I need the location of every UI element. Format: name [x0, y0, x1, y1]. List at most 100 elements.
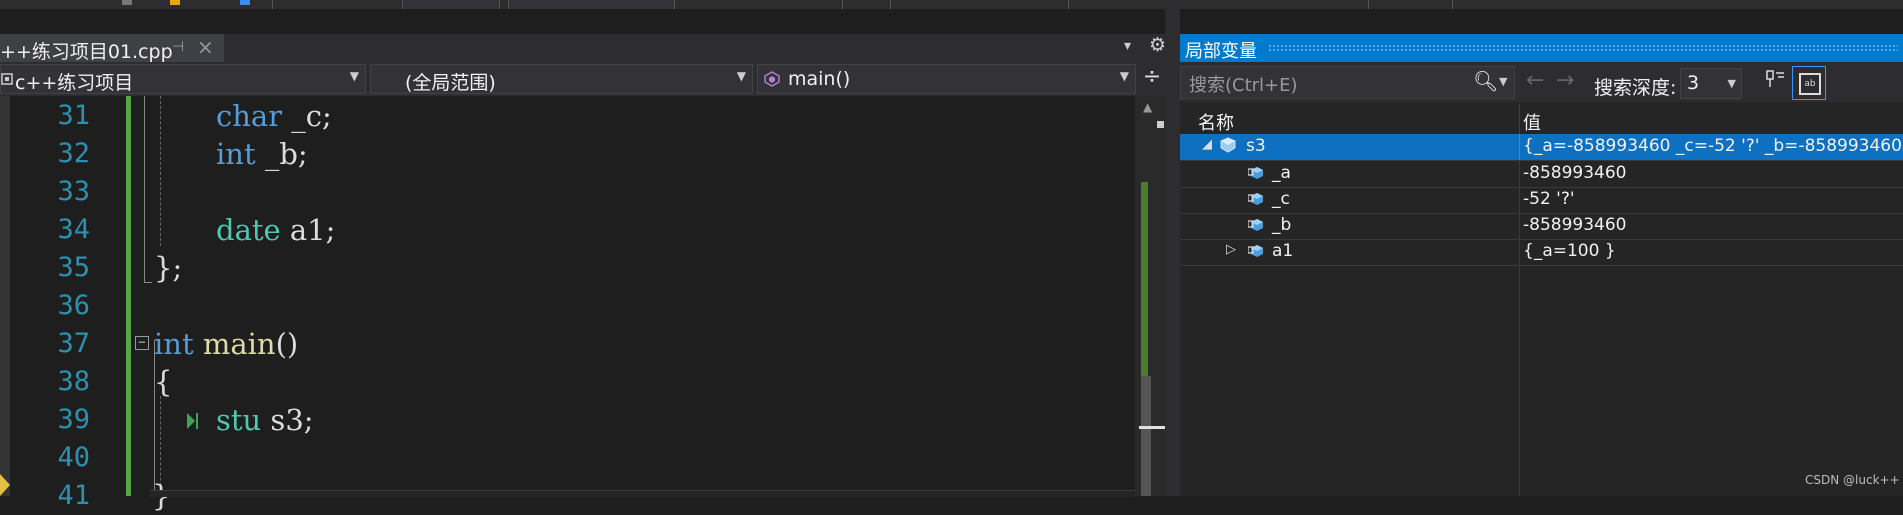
- column-divider[interactable]: [1519, 104, 1520, 134]
- pin-icon[interactable]: ⊣: [172, 39, 184, 55]
- code-line-34[interactable]: date a1;: [216, 211, 335, 249]
- toolbar-separator: [1368, 0, 1369, 9]
- locals-row-name: _c: [1272, 189, 1290, 209]
- locals-row-a1[interactable]: ▷ a1 {_a=100 }: [1180, 239, 1903, 266]
- locals-title: 局部变量: [1185, 41, 1257, 62]
- locals-column-header: 名称 值: [1180, 104, 1903, 135]
- chevron-down-icon: ▼: [1727, 77, 1736, 90]
- line-number: 41: [57, 480, 90, 511]
- column-divider: [1519, 161, 1520, 187]
- glyph-margin: [0, 96, 10, 496]
- column-divider: [1519, 187, 1520, 213]
- locals-row-name: a1: [1272, 241, 1294, 261]
- code-line-39[interactable]: stu s3;: [216, 401, 314, 439]
- locals-search-input[interactable]: 搜索(Ctrl+E) 🔍︎ ▼: [1180, 66, 1515, 99]
- collapse-icon[interactable]: −: [135, 336, 149, 350]
- method-icon: [764, 71, 780, 87]
- line-number: 34: [57, 214, 90, 245]
- forward-arrow-icon[interactable]: →: [1556, 68, 1574, 93]
- save-icon[interactable]: [240, 0, 250, 5]
- search-depth-label: 搜索深度:: [1594, 77, 1677, 99]
- chevron-down-icon: ▼: [349, 69, 359, 83]
- toolbar-icon[interactable]: [122, 0, 132, 5]
- locals-row-value[interactable]: -858993460: [1523, 163, 1626, 183]
- code-line-38[interactable]: {: [154, 363, 172, 401]
- chevron-down-icon: ▼: [1119, 69, 1129, 83]
- code-line-37[interactable]: int main(): [154, 325, 298, 363]
- toolbar-separator: [890, 0, 891, 9]
- split-window-icon[interactable]: ÷: [1140, 64, 1164, 92]
- column-value-header[interactable]: 值: [1523, 109, 1541, 135]
- change-tracking-bar: [126, 96, 131, 496]
- column-name-header[interactable]: 名称: [1198, 109, 1234, 135]
- column-divider: [1519, 213, 1520, 239]
- toolbar-separator: [842, 0, 843, 9]
- document-tab[interactable]: ++练习项目01.cpp ⊣ ×: [0, 34, 224, 63]
- locals-row-value[interactable]: {_a=-858993460 _c=-52 '?' _b=-858993460 …: [1523, 136, 1903, 156]
- chevron-down-icon[interactable]: ▼: [1499, 75, 1507, 88]
- member-name: main(): [788, 68, 851, 90]
- project-name: c++练习项目: [15, 72, 134, 94]
- collapse-arrow-icon[interactable]: ◢: [1202, 137, 1212, 152]
- scope-name: (全局范围): [405, 72, 496, 94]
- document-tab-title: ++练习项目01.cpp: [0, 41, 173, 63]
- close-icon[interactable]: ×: [197, 35, 214, 59]
- scope-dropdown[interactable]: (全局范围) ▼: [370, 64, 753, 94]
- locals-row-value[interactable]: -858993460: [1523, 215, 1626, 235]
- locals-row-value[interactable]: {_a=100 }: [1523, 241, 1616, 261]
- field-icon: [1248, 167, 1263, 179]
- scrollbar-caret-marker: [1139, 426, 1165, 429]
- locals-row-name: _a: [1272, 163, 1291, 183]
- project-dropdown[interactable]: c++练习项目 ▼: [0, 64, 366, 94]
- gear-icon[interactable]: ⚙: [1149, 34, 1166, 56]
- code-line-31[interactable]: char _c;: [216, 97, 332, 135]
- struct-icon: [1220, 137, 1236, 153]
- main-toolbar: [0, 0, 1903, 9]
- line-number: 32: [57, 138, 90, 169]
- search-depth-select[interactable]: 3 ▼: [1680, 68, 1742, 99]
- struct-outline-line: [144, 96, 145, 282]
- scroll-up-icon[interactable]: ▲: [1143, 100, 1152, 114]
- panel-splitter[interactable]: [1165, 0, 1180, 496]
- toolbar-separator: [1068, 0, 1069, 9]
- line-number: 31: [57, 100, 90, 131]
- field-icon: [1248, 219, 1263, 231]
- indent-guide: [160, 96, 161, 246]
- locals-row-name: s3: [1246, 136, 1266, 156]
- locals-row-_c[interactable]: _c -52 '?': [1180, 187, 1903, 214]
- member-dropdown[interactable]: main() ▼: [757, 64, 1136, 94]
- config-dropdown[interactable]: [402, 0, 500, 9]
- breakpoint-icon: [0, 474, 10, 496]
- code-line-35[interactable]: };: [154, 249, 182, 287]
- locals-title-bar[interactable]: 局部变量: [1180, 34, 1903, 62]
- scrollbar-thumb[interactable]: [1141, 376, 1151, 496]
- search-icon[interactable]: 🔍︎: [1473, 69, 1498, 93]
- struct-outline-end: [144, 282, 152, 283]
- line-number: 37: [57, 328, 90, 359]
- locals-row-value[interactable]: -52 '?': [1523, 189, 1575, 209]
- locals-row-_b[interactable]: _b -858993460: [1180, 213, 1903, 240]
- line-number: 39: [57, 404, 90, 435]
- split-handle-icon[interactable]: [1157, 121, 1164, 128]
- code-line-32[interactable]: int _b;: [216, 135, 308, 173]
- line-number: 40: [57, 442, 90, 473]
- toolbar-separator: [272, 0, 273, 9]
- chevron-down-icon: ▼: [736, 69, 746, 83]
- locals-row-_a[interactable]: _a -858993460: [1180, 161, 1903, 188]
- line-number: 38: [57, 366, 90, 397]
- run-to-click-icon[interactable]: [186, 412, 199, 430]
- locals-row-s3[interactable]: ◢ s3 {_a=-858993460 _c=-52 '?' _b=-85899…: [1180, 134, 1903, 161]
- locals-row-name: _b: [1272, 215, 1292, 235]
- folder-icon[interactable]: [170, 0, 180, 5]
- line-number: 36: [57, 290, 90, 321]
- search-placeholder: 搜索(Ctrl+E): [1189, 75, 1298, 96]
- pin-filter-icon[interactable]: [1762, 68, 1788, 98]
- tab-list-dropdown-icon[interactable]: ▾: [1124, 38, 1131, 54]
- back-arrow-icon[interactable]: ←: [1526, 68, 1544, 93]
- platform-dropdown[interactable]: [508, 0, 675, 9]
- toolbar-separator: [1452, 0, 1453, 9]
- expand-arrow-icon[interactable]: ▷: [1226, 242, 1236, 257]
- title-grip: [1268, 44, 1898, 52]
- editor-vertical-scrollbar[interactable]: ▲: [1135, 96, 1165, 496]
- hex-display-icon[interactable]: ab: [1792, 66, 1826, 100]
